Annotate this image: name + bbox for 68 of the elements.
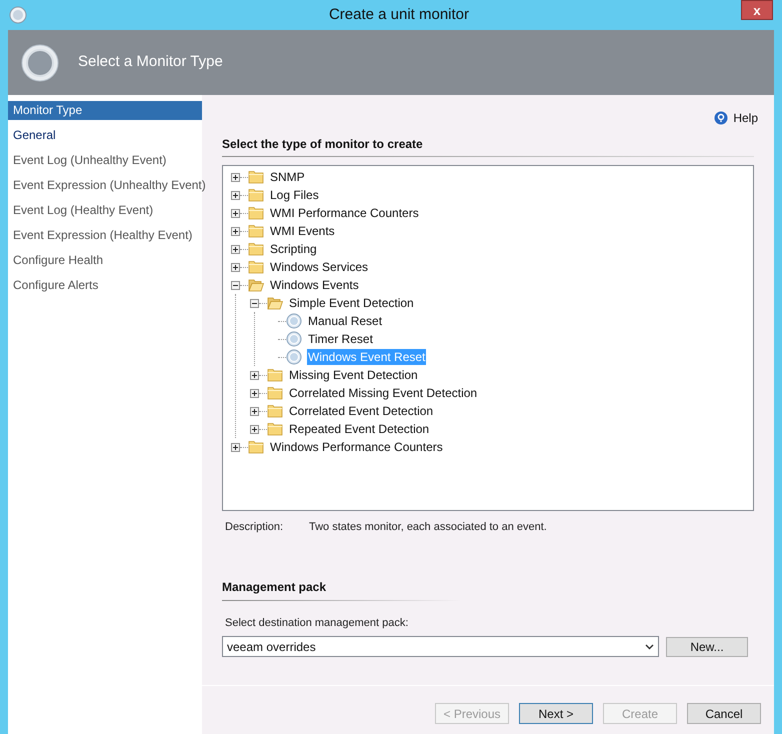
expand-icon[interactable] xyxy=(231,442,240,452)
new-button[interactable]: New... xyxy=(666,636,748,656)
expand-icon[interactable] xyxy=(231,262,240,272)
tree-item[interactable]: Log Files xyxy=(269,187,320,203)
wizard-step[interactable]: Configure Health xyxy=(8,251,202,270)
folder-icon xyxy=(267,404,283,418)
section-title: Management pack xyxy=(222,578,328,596)
open-folder-icon xyxy=(267,296,283,310)
page-title: Select a Monitor Type xyxy=(78,52,223,72)
expand-icon[interactable] xyxy=(250,388,259,398)
tree-item[interactable]: Manual Reset xyxy=(307,313,384,329)
tree-item[interactable]: Simple Event Detection xyxy=(288,295,415,311)
open-folder-icon xyxy=(248,278,264,292)
description-label: Description: xyxy=(224,520,284,535)
tree-item[interactable]: SNMP xyxy=(269,169,306,185)
wizard-step[interactable]: Configure Alerts xyxy=(8,276,202,295)
tree-item[interactable]: Correlated Missing Event Detection xyxy=(288,385,478,401)
tree-item[interactable]: Missing Event Detection xyxy=(288,367,419,383)
tree-item[interactable]: Repeated Event Detection xyxy=(288,421,430,437)
expand-icon[interactable] xyxy=(250,406,259,416)
folder-icon xyxy=(248,188,264,202)
folder-icon xyxy=(267,368,283,382)
folder-icon xyxy=(267,386,283,400)
help-link[interactable]: Help xyxy=(733,109,758,127)
close-button[interactable]: x xyxy=(741,0,773,20)
expand-icon[interactable] xyxy=(250,370,259,380)
folder-icon xyxy=(248,224,264,238)
app-icon xyxy=(9,6,27,24)
collapse-icon[interactable] xyxy=(250,298,259,308)
help-icon xyxy=(714,111,728,125)
window-title: Create a unit monitor xyxy=(328,4,470,25)
tree-item[interactable]: WMI Events xyxy=(269,223,336,239)
tree-item[interactable]: WMI Performance Counters xyxy=(269,205,420,221)
chevron-down-icon xyxy=(645,644,654,650)
field-label: Select destination management pack: xyxy=(224,616,410,630)
expand-icon[interactable] xyxy=(231,226,240,236)
folder-icon xyxy=(248,260,264,274)
wizard-step[interactable]: Event Log (Healthy Event) xyxy=(8,201,202,220)
expand-icon[interactable] xyxy=(231,244,240,254)
monitor-circle-icon xyxy=(286,331,302,347)
wizard-step[interactable]: General xyxy=(8,126,202,145)
expand-icon[interactable] xyxy=(231,208,240,218)
folder-icon xyxy=(248,170,264,184)
description-text: Two states monitor, each associated to an event. xyxy=(309,520,547,535)
tree-item[interactable]: Windows Services xyxy=(269,259,370,275)
tree-item[interactable]: Scripting xyxy=(269,241,318,257)
tree-item[interactable]: Windows Performance Counters xyxy=(269,439,444,455)
expand-icon[interactable] xyxy=(231,190,240,200)
monitor-circle-icon xyxy=(286,313,302,329)
folder-icon xyxy=(248,440,264,454)
management-pack-dropdown[interactable]: veeam overrides xyxy=(222,636,659,657)
folder-icon xyxy=(248,242,264,256)
wizard-button[interactable]: Next > xyxy=(519,703,593,724)
tree-item[interactable]: Timer Reset xyxy=(307,331,374,347)
monitor-circle-icon xyxy=(286,349,302,365)
collapse-icon[interactable] xyxy=(231,280,240,290)
tree-item[interactable]: Correlated Event Detection xyxy=(288,403,434,419)
expand-icon[interactable] xyxy=(231,172,240,182)
wizard-step[interactable]: Event Expression (Healthy Event) xyxy=(8,226,202,245)
wizard-button[interactable]: Cancel xyxy=(687,703,761,724)
section-title: Select the type of monitor to create xyxy=(222,136,424,153)
folder-icon xyxy=(248,206,264,220)
expand-icon[interactable] xyxy=(250,424,259,434)
wizard-step[interactable]: Event Log (Unhealthy Event) xyxy=(8,151,202,170)
tree-item[interactable]: Windows Events xyxy=(269,277,360,293)
folder-icon xyxy=(267,422,283,436)
ring-logo-icon xyxy=(20,42,60,82)
wizard-step[interactable]: Monitor Type xyxy=(8,101,202,120)
